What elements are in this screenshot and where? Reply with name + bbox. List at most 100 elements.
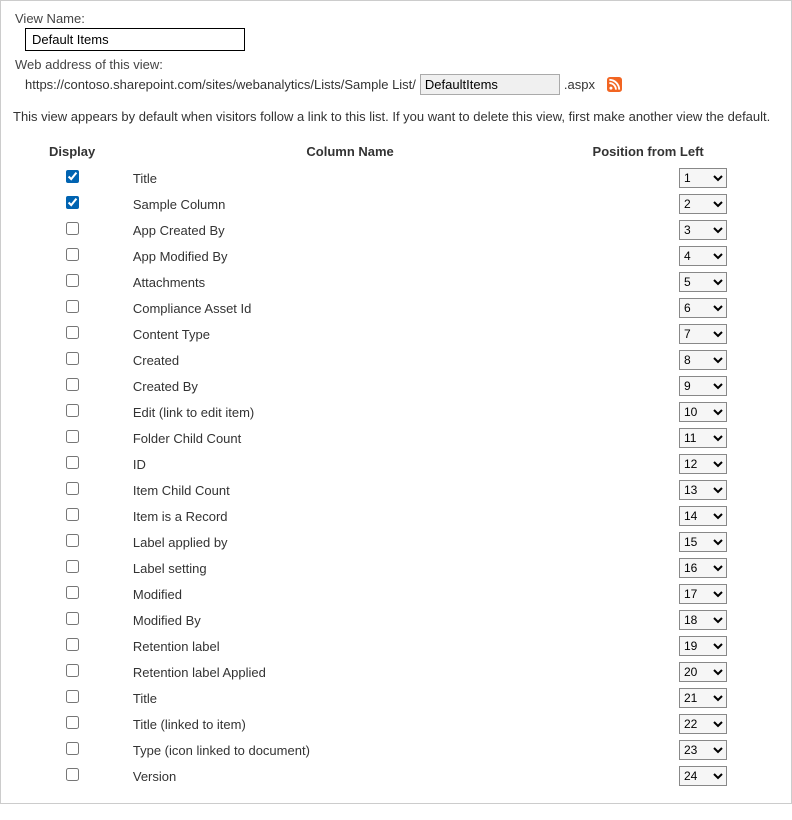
table-row: Modified By 12345678910111213141516171819… xyxy=(49,607,729,633)
position-select[interactable]: 123456789101112131415161718192021222324 xyxy=(679,636,727,656)
position-select[interactable]: 123456789101112131415161718192021222324 xyxy=(679,454,727,474)
position-select[interactable]: 123456789101112131415161718192021222324 xyxy=(679,350,727,370)
column-name-cell: Title xyxy=(133,165,567,191)
column-name-cell: Modified By xyxy=(133,607,567,633)
position-select[interactable]: 123456789101112131415161718192021222324 xyxy=(679,714,727,734)
column-name-cell: Sample Column xyxy=(133,191,567,217)
column-name-cell: Version xyxy=(133,763,567,789)
position-select[interactable]: 123456789101112131415161718192021222324 xyxy=(679,662,727,682)
column-name-cell: Title xyxy=(133,685,567,711)
column-name-cell: Retention label xyxy=(133,633,567,659)
position-select[interactable]: 123456789101112131415161718192021222324 xyxy=(679,428,727,448)
display-checkbox[interactable] xyxy=(66,612,79,625)
display-checkbox[interactable] xyxy=(66,534,79,547)
table-row: Folder Child Count 1234567891011121314151… xyxy=(49,425,729,451)
column-name-cell: Edit (link to edit item) xyxy=(133,399,567,425)
table-row: Compliance Asset Id123456789101112131415… xyxy=(49,295,729,321)
display-checkbox[interactable] xyxy=(66,170,79,183)
display-checkbox[interactable] xyxy=(66,222,79,235)
display-checkbox[interactable] xyxy=(66,482,79,495)
position-select[interactable]: 123456789101112131415161718192021222324 xyxy=(679,480,727,500)
position-select[interactable]: 123456789101112131415161718192021222324 xyxy=(679,402,727,422)
position-select[interactable]: 123456789101112131415161718192021222324 xyxy=(679,220,727,240)
display-checkbox[interactable] xyxy=(66,508,79,521)
position-select[interactable]: 123456789101112131415161718192021222324 xyxy=(679,376,727,396)
position-select[interactable]: 123456789101112131415161718192021222324 xyxy=(679,610,727,630)
column-name-cell: Attachments xyxy=(133,269,567,295)
web-address-slug-input[interactable] xyxy=(420,74,560,95)
web-address-suffix: .aspx xyxy=(564,77,595,92)
display-checkbox[interactable] xyxy=(66,586,79,599)
view-name-label: View Name: xyxy=(15,11,781,26)
column-name-cell: Content Type xyxy=(133,321,567,347)
position-select[interactable]: 123456789101112131415161718192021222324 xyxy=(679,584,727,604)
column-name-cell: Item is a Record xyxy=(133,503,567,529)
header-position: Position from Left xyxy=(567,144,729,165)
table-row: Label applied by 123456789101112131415161… xyxy=(49,529,729,555)
table-row: Item Child Count123456789101112131415161… xyxy=(49,477,729,503)
table-row: Attachments 12345678910111213141516171819… xyxy=(49,269,729,295)
table-row: Label setting123456789101112131415161718… xyxy=(49,555,729,581)
position-select[interactable]: 123456789101112131415161718192021222324 xyxy=(679,168,727,188)
table-row: Title 12345678910111213141516171819202122… xyxy=(49,165,729,191)
table-row: Retention label Applied 12345678910111213… xyxy=(49,659,729,685)
table-row: App Created By12345678910111213141516171… xyxy=(49,217,729,243)
position-select[interactable]: 123456789101112131415161718192021222324 xyxy=(679,298,727,318)
column-name-cell: Label applied by xyxy=(133,529,567,555)
display-checkbox[interactable] xyxy=(66,690,79,703)
column-name-cell: Modified xyxy=(133,581,567,607)
position-select[interactable]: 123456789101112131415161718192021222324 xyxy=(679,194,727,214)
table-row: App Modified By 1234567891011121314151617… xyxy=(49,243,729,269)
table-row: Version 123456789101112131415161718192021… xyxy=(49,763,729,789)
web-address-prefix: https://contoso.sharepoint.com/sites/web… xyxy=(25,77,416,92)
web-address-label: Web address of this view: xyxy=(15,57,781,72)
column-name-cell: Retention label Applied xyxy=(133,659,567,685)
table-row: Content Type 1234567891011121314151617181… xyxy=(49,321,729,347)
position-select[interactable]: 123456789101112131415161718192021222324 xyxy=(679,506,727,526)
column-name-cell: Type (icon linked to document) xyxy=(133,737,567,763)
position-select[interactable]: 123456789101112131415161718192021222324 xyxy=(679,766,727,786)
rss-icon[interactable] xyxy=(607,77,622,92)
display-checkbox[interactable] xyxy=(66,404,79,417)
position-select[interactable]: 123456789101112131415161718192021222324 xyxy=(679,688,727,708)
header-column-name: Column Name xyxy=(133,144,567,165)
column-name-cell: App Modified By xyxy=(133,243,567,269)
display-checkbox[interactable] xyxy=(66,326,79,339)
view-name-input[interactable] xyxy=(25,28,245,51)
display-checkbox[interactable] xyxy=(66,196,79,209)
display-checkbox[interactable] xyxy=(66,300,79,313)
column-name-cell: Folder Child Count xyxy=(133,425,567,451)
position-select[interactable]: 123456789101112131415161718192021222324 xyxy=(679,740,727,760)
display-checkbox[interactable] xyxy=(66,378,79,391)
display-checkbox[interactable] xyxy=(66,456,79,469)
display-checkbox[interactable] xyxy=(66,638,79,651)
display-checkbox[interactable] xyxy=(66,352,79,365)
table-row: Title 12345678910111213141516171819202122… xyxy=(49,685,729,711)
display-checkbox[interactable] xyxy=(66,248,79,261)
display-checkbox[interactable] xyxy=(66,664,79,677)
column-name-cell: Title (linked to item) xyxy=(133,711,567,737)
column-name-cell: ID xyxy=(133,451,567,477)
table-row: Created 123456789101112131415161718192021… xyxy=(49,347,729,373)
display-checkbox[interactable] xyxy=(66,742,79,755)
column-name-cell: Created xyxy=(133,347,567,373)
table-row: Sample Column 123456789101112131415161718… xyxy=(49,191,729,217)
position-select[interactable]: 123456789101112131415161718192021222324 xyxy=(679,324,727,344)
table-row: Modified 12345678910111213141516171819202… xyxy=(49,581,729,607)
display-checkbox[interactable] xyxy=(66,430,79,443)
position-select[interactable]: 123456789101112131415161718192021222324 xyxy=(679,558,727,578)
position-select[interactable]: 123456789101112131415161718192021222324 xyxy=(679,532,727,552)
table-row: Title (linked to item) 123456789101112131… xyxy=(49,711,729,737)
view-description: This view appears by default when visito… xyxy=(13,109,781,124)
position-select[interactable]: 123456789101112131415161718192021222324 xyxy=(679,272,727,292)
position-select[interactable]: 123456789101112131415161718192021222324 xyxy=(679,246,727,266)
table-row: ID 12345678910111213141516171819202122232… xyxy=(49,451,729,477)
table-row: Edit (link to edit item) 1234567891011121… xyxy=(49,399,729,425)
display-checkbox[interactable] xyxy=(66,274,79,287)
table-row: Item is a Record 123456789101112131415161… xyxy=(49,503,729,529)
table-row: Created By123456789101112131415161718192… xyxy=(49,373,729,399)
display-checkbox[interactable] xyxy=(66,560,79,573)
table-row: Type (icon linked to document) 1234567891… xyxy=(49,737,729,763)
display-checkbox[interactable] xyxy=(66,768,79,781)
display-checkbox[interactable] xyxy=(66,716,79,729)
